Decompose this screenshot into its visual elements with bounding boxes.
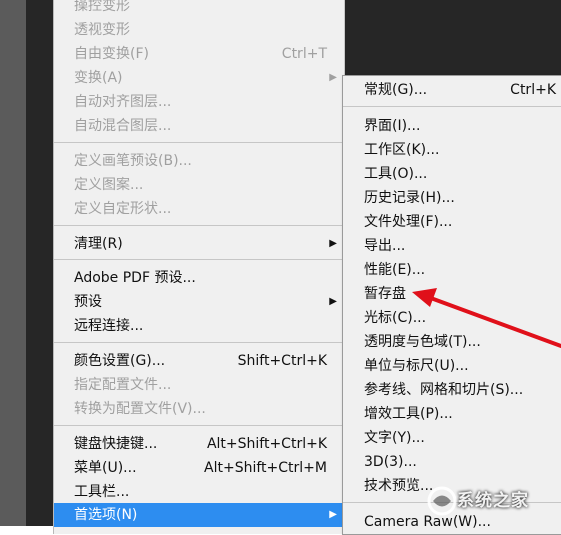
annotation-arrow-icon — [412, 288, 561, 348]
